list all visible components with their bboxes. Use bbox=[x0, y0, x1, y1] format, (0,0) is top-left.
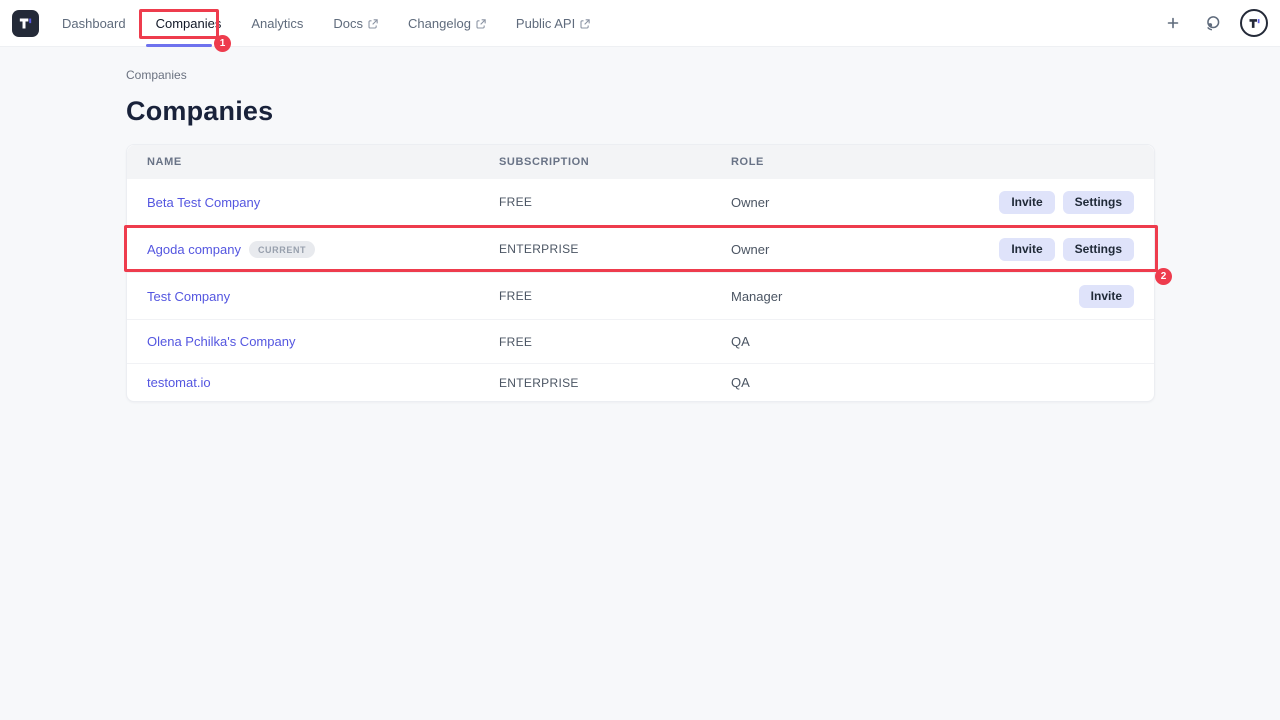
company-link[interactable]: testomat.io bbox=[147, 375, 211, 390]
company-link[interactable]: Olena Pchilka's Company bbox=[147, 334, 295, 349]
active-tab-underline bbox=[146, 44, 212, 47]
nav-item-docs[interactable]: Docs bbox=[333, 16, 378, 31]
main-nav: Dashboard Companies Analytics Docs Chang… bbox=[62, 16, 590, 31]
table-row-testomat-io: testomat.io ENTERPRISE QA bbox=[127, 364, 1154, 401]
testomat-logo-icon bbox=[17, 15, 34, 32]
settings-button[interactable]: Settings bbox=[1063, 238, 1134, 261]
page-title: Companies bbox=[126, 96, 1280, 127]
company-link[interactable]: Agoda company bbox=[147, 242, 241, 257]
nav-item-companies[interactable]: Companies bbox=[156, 16, 222, 31]
table-row-olena-pchilkas-company: Olena Pchilka's Company FREE QA bbox=[127, 320, 1154, 364]
nav-label: Docs bbox=[333, 16, 363, 31]
invite-button[interactable]: Invite bbox=[999, 238, 1054, 261]
subscription-value: FREE bbox=[499, 335, 731, 349]
avatar-logo-icon bbox=[1247, 16, 1262, 31]
invite-button[interactable]: Invite bbox=[1079, 285, 1134, 308]
nav-item-analytics[interactable]: Analytics bbox=[251, 16, 303, 31]
column-header-name: NAME bbox=[147, 156, 499, 168]
nav-item-changelog[interactable]: Changelog bbox=[408, 16, 486, 31]
current-company-badge: CURRENT bbox=[249, 241, 315, 258]
table-row-beta-test-company: Beta Test Company FREE Owner Invite Sett… bbox=[127, 179, 1154, 226]
company-link[interactable]: Test Company bbox=[147, 289, 230, 304]
testomat-logo[interactable] bbox=[12, 10, 39, 37]
table-header-row: NAME SUBSCRIPTION ROLE bbox=[127, 145, 1154, 179]
nav-label: Public API bbox=[516, 16, 575, 31]
nav-label: Dashboard bbox=[62, 16, 126, 31]
nav-item-dashboard[interactable]: Dashboard bbox=[62, 16, 126, 31]
table-row-test-company: Test Company FREE Manager Invite bbox=[127, 273, 1154, 320]
breadcrumb[interactable]: Companies bbox=[126, 68, 1280, 82]
role-value: Owner bbox=[731, 242, 999, 257]
column-header-role: ROLE bbox=[731, 156, 1134, 168]
settings-button[interactable]: Settings bbox=[1063, 191, 1134, 214]
subscription-value: ENTERPRISE bbox=[499, 376, 731, 390]
plus-icon[interactable] bbox=[1162, 12, 1184, 34]
company-link[interactable]: Beta Test Company bbox=[147, 195, 260, 210]
nav-label: Changelog bbox=[408, 16, 471, 31]
subscription-value: FREE bbox=[499, 289, 731, 303]
column-header-subscription: SUBSCRIPTION bbox=[499, 156, 731, 168]
top-navigation-bar: Dashboard Companies Analytics Docs Chang… bbox=[0, 0, 1280, 47]
topbar-right-actions bbox=[1162, 9, 1268, 37]
role-value: QA bbox=[731, 334, 1134, 349]
main-content: Companies Companies NAME SUBSCRIPTION RO… bbox=[0, 68, 1280, 402]
companies-table: NAME SUBSCRIPTION ROLE Beta Test Company… bbox=[126, 144, 1155, 402]
table-body: Beta Test Company FREE Owner Invite Sett… bbox=[127, 179, 1154, 401]
subscription-value: FREE bbox=[499, 195, 731, 209]
user-avatar[interactable] bbox=[1240, 9, 1268, 37]
nav-label: Analytics bbox=[251, 16, 303, 31]
support-chat-icon[interactable] bbox=[1201, 12, 1223, 34]
role-value: Manager bbox=[731, 289, 1079, 304]
table-row-agoda-company: Agoda company CURRENT ENTERPRISE Owner I… bbox=[127, 226, 1154, 273]
nav-item-public-api[interactable]: Public API bbox=[516, 16, 590, 31]
invite-button[interactable]: Invite bbox=[999, 191, 1054, 214]
external-link-icon bbox=[476, 19, 486, 29]
external-link-icon bbox=[580, 19, 590, 29]
role-value: QA bbox=[731, 375, 1134, 390]
subscription-value: ENTERPRISE bbox=[499, 242, 731, 256]
external-link-icon bbox=[368, 19, 378, 29]
nav-label: Companies bbox=[156, 16, 222, 31]
role-value: Owner bbox=[731, 195, 999, 210]
